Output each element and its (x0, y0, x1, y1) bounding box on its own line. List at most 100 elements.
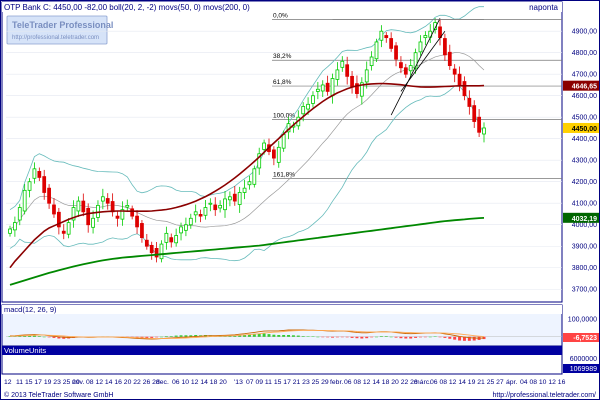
candle-body (399, 62, 403, 69)
candle-body (27, 181, 32, 191)
candle-body (311, 95, 315, 104)
candle-body (81, 200, 86, 213)
candle-body (164, 232, 169, 243)
macd-histogram-bar (277, 335, 281, 337)
macd-histogram-bar (179, 335, 183, 337)
macd-histogram-bar (47, 336, 51, 338)
candle-body (8, 228, 12, 234)
candle-body (154, 247, 159, 258)
candle-body (140, 223, 144, 239)
macd-histogram-bar (370, 336, 374, 338)
candle-body (86, 207, 91, 226)
candle-body (320, 84, 325, 92)
macd-histogram-bar (458, 336, 462, 341)
price-tick-label: 3700,00 (572, 287, 597, 294)
price-tick-label: 4000,00 (572, 222, 597, 229)
candle-body (17, 207, 22, 221)
candle-body (232, 193, 237, 202)
candle-body (472, 105, 477, 122)
candle-body (174, 235, 179, 244)
date-tick-label: ápr. (506, 379, 517, 386)
candle-body (149, 244, 154, 254)
candle-body (452, 68, 457, 75)
macd-histogram-bar (164, 336, 168, 337)
candle-body (447, 51, 452, 67)
macd-histogram-bar (379, 336, 383, 337)
candle-body (213, 204, 218, 211)
date-tick-label: '13 (234, 379, 243, 386)
price-tick-label: 3800,00 (572, 265, 597, 272)
macd-histogram-bar (316, 336, 320, 338)
macd-histogram-bar (155, 336, 159, 338)
candle-body (208, 202, 213, 205)
macd-histogram-bar (272, 334, 276, 337)
candle-body (252, 168, 257, 185)
macd-histogram-bar (414, 336, 418, 338)
candle-body (315, 88, 320, 92)
macd-histogram-bar (453, 336, 457, 340)
date-tick-label: 06 08 12 14 18 20 22 26 (344, 379, 418, 386)
watermark-brand: TeleTrader Professional (12, 20, 113, 30)
candle-body (301, 106, 306, 115)
price-tick-label: 4100,00 (572, 201, 597, 208)
candle-body (335, 69, 340, 80)
price-tick-label: 4900,00 (572, 29, 597, 36)
macd-histogram-bar (301, 336, 305, 337)
candle-body (115, 215, 120, 219)
price-tick-label: 3900,00 (572, 244, 597, 251)
date-tick-label: 07 09 11 15 17 21 23 25 29 (246, 379, 329, 386)
macd-histogram-bar (174, 335, 178, 337)
candle-body (169, 237, 174, 243)
macd-histogram-bar (321, 336, 325, 338)
date-tick-label: márc. (414, 379, 431, 386)
candle-body (457, 73, 462, 86)
date-tick-label: dec. (156, 379, 169, 386)
candle-body (325, 82, 330, 92)
candle-body (22, 189, 27, 212)
candle-body (281, 134, 286, 149)
macd-title: macd(12, 26, 9) (4, 305, 57, 314)
date-tick-label: 04 08 10 12 16 (520, 379, 566, 386)
candle-body (403, 67, 408, 75)
candle-body (179, 226, 183, 234)
candle-body (223, 198, 227, 211)
macd-histogram-bar (287, 335, 291, 337)
price-panel[interactable] (1, 1, 563, 303)
candle-body (350, 75, 354, 88)
fib-label: 0,0% (273, 12, 288, 19)
volume-header-bar (2, 346, 562, 355)
macd-histogram-bar (345, 336, 349, 338)
candle-body (159, 243, 164, 260)
price-tick-label: 4200,00 (572, 179, 597, 186)
macd-histogram-bar (399, 336, 403, 339)
macd-histogram-bar (394, 336, 398, 338)
price-header-title: OTP Bank C: 4450,00 -82,00 boll(20, 2, -… (4, 3, 250, 12)
last-price-label: 4450,00 (572, 126, 597, 133)
date-tick-label: 08 12 14 16 20 22 26 28 (86, 379, 160, 386)
candle-body (306, 103, 310, 110)
candle-body (91, 217, 95, 228)
candle-body (47, 187, 51, 204)
candle-body (218, 204, 222, 209)
macd-histogram-bar (355, 336, 359, 339)
macd-histogram-bar (375, 336, 378, 338)
candle-body (384, 35, 389, 39)
macd-value-label: -6,7523 (573, 335, 597, 342)
macd-histogram-bar (418, 336, 422, 338)
candle-body (184, 224, 188, 231)
macd-histogram-bar (433, 336, 437, 337)
macd-histogram-bar (472, 336, 476, 341)
candle-body (37, 171, 42, 178)
candle-body (105, 198, 110, 204)
macd-histogram-bar (428, 336, 432, 338)
candle-body (408, 65, 413, 72)
date-tick-label: 06 08 12 14 19 21 25 27 (430, 379, 504, 386)
footer-copyright: © 2013 TeleTrader Software GmbH (4, 391, 113, 399)
macd-histogram-bar (37, 336, 41, 337)
macd-histogram-bar (326, 336, 330, 338)
candle-body (13, 222, 17, 231)
watermark-url: http://professional.teletrader.com (12, 35, 99, 41)
candle-body (467, 97, 472, 107)
macd-histogram-bar (443, 336, 447, 338)
macd-histogram-bar (282, 335, 286, 337)
